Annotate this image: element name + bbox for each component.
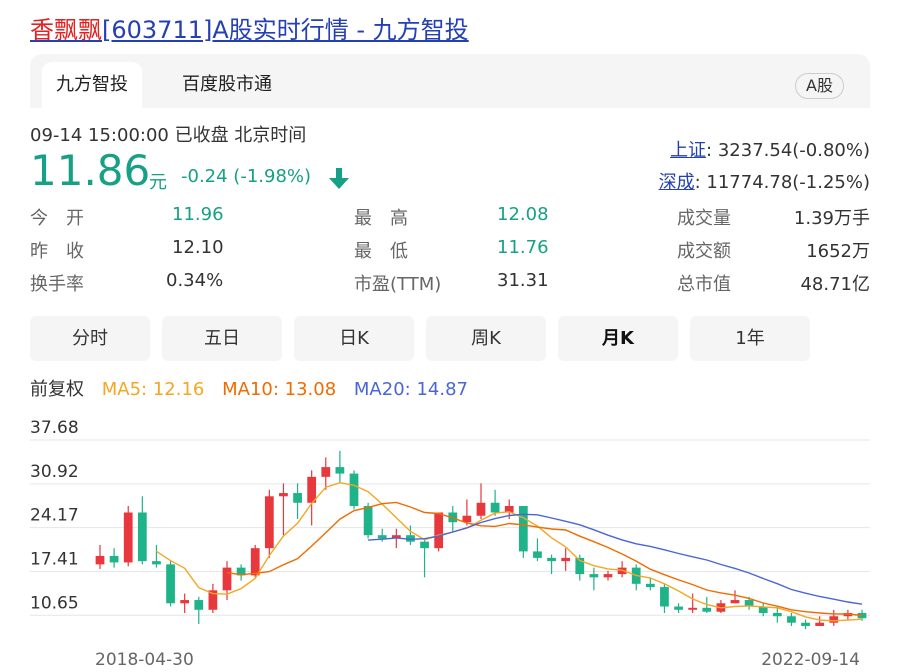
stat-pe-label: 市盈(TTM) (354, 274, 442, 295)
period-tab-5day[interactable]: 五日 (162, 316, 282, 361)
tab-baidu-stock[interactable]: 百度股市通 (168, 62, 286, 108)
candle-body (660, 587, 669, 607)
period-tab-intraday[interactable]: 分时 (30, 316, 150, 361)
candle-body (349, 473, 359, 507)
candle-body (264, 496, 274, 549)
candle-body (123, 512, 133, 563)
period-tab-monthly[interactable]: 月K (558, 316, 678, 361)
index-shanghai-value: : 3237.54(-0.80%) (706, 140, 870, 161)
candle-body (335, 467, 345, 474)
y-tick-label: 30.92 (30, 462, 79, 482)
candle-body (363, 506, 373, 536)
stat-volume-value: 1.39万手 (793, 208, 870, 229)
page-title-rest: [603711]A股实时行情 - 九方智投 (102, 16, 469, 44)
candle-body (829, 616, 839, 623)
ma10-label: MA10: 13.08 (222, 379, 337, 400)
y-tick-label: 10.65 (30, 593, 79, 613)
stat-turnover-value: 0.34% (166, 270, 224, 291)
candle-body (815, 622, 825, 626)
candle-body (547, 557, 556, 562)
down-arrow-icon (329, 168, 349, 189)
stat-turnover-label: 换手率 (30, 274, 84, 295)
current-price: 11.86 (30, 146, 151, 195)
stat-high-label: 最 高 (354, 208, 408, 229)
candle-body (730, 600, 740, 604)
period-tab-1year[interactable]: 1年 (690, 316, 810, 361)
period-tab-daily[interactable]: 日K (294, 316, 414, 361)
page-title-link[interactable]: 香飘飘[603711]A股实时行情 - 九方智投 (30, 10, 469, 45)
y-tick-label: 17.41 (30, 549, 79, 569)
index-shenzhen-value: : 11774.78(-1.25%) (694, 172, 870, 193)
stat-low-value: 11.76 (497, 237, 549, 258)
candle-body (772, 613, 782, 617)
stat-prev-value: 12.10 (172, 237, 224, 258)
stat-mcap-value: 48.71亿 (800, 274, 870, 295)
candle-body (222, 567, 232, 591)
candle-body (137, 512, 147, 562)
price-change: -0.24 (-1.98%) (181, 166, 312, 187)
ma10-line (226, 501, 863, 617)
price-unit: 元 (149, 172, 167, 193)
candle-body (293, 493, 302, 503)
candle-body (420, 541, 429, 549)
candle-body (702, 607, 712, 612)
candle-body (801, 622, 810, 626)
stat-mcap-label: 总市值 (677, 274, 731, 295)
quote-timestamp: 09-14 15:00:00 已收盘 北京时间 (30, 125, 307, 146)
candle-body (674, 606, 683, 610)
period-tab-weekly[interactable]: 周K (426, 316, 546, 361)
stat-amount-label: 成交额 (677, 241, 731, 262)
candle-body (688, 607, 698, 610)
candle-body (321, 467, 331, 477)
candle-body (279, 493, 288, 497)
x-end-label: 2022-09-14 (761, 650, 860, 670)
candle-body (589, 574, 599, 578)
candle-body (518, 506, 528, 552)
candle-body (180, 600, 190, 604)
candle-body (787, 616, 796, 623)
index-shenzhen-link[interactable]: 深成 (659, 172, 695, 193)
candle-body (166, 564, 175, 604)
index-shanghai-link[interactable]: 上证 (670, 140, 706, 161)
candle-body (490, 502, 500, 513)
stat-volume-label: 成交量 (677, 208, 731, 229)
candle-body (109, 555, 119, 563)
candle-body (434, 512, 444, 549)
ma5-label: MA5: 12.16 (101, 379, 205, 400)
candle-body (152, 561, 161, 565)
y-tick-label: 24.17 (30, 506, 79, 526)
stat-open-label: 今 开 (30, 208, 84, 229)
stat-prev-label: 昨 收 (30, 241, 84, 262)
source-tabs: 九方智投 百度股市通 A股 (30, 54, 870, 108)
ma20-label: MA20: 14.87 (353, 379, 468, 400)
x-start-label: 2018-04-30 (95, 650, 194, 670)
candle-body (194, 600, 204, 610)
candle-body (377, 535, 387, 539)
period-selector: 分时 五日 日K 周K 月K 1年 (30, 316, 810, 361)
stat-pe-value: 31.31 (497, 270, 549, 291)
stat-amount-value: 1652万 (806, 241, 870, 262)
candle-body (561, 557, 571, 562)
stock-name: 香飘飘 (30, 16, 102, 44)
stat-open-value: 11.96 (172, 204, 224, 225)
candle-body (476, 502, 486, 516)
stat-high-value: 12.08 (497, 204, 549, 225)
index-shanghai: 上证: 3237.54(-0.80%) (670, 136, 870, 162)
tab-jiufang[interactable]: 九方智投 (42, 62, 142, 108)
adjust-mode[interactable]: 前复权 (30, 379, 84, 400)
ma-legend: 前复权 MA5: 12.16 MA10: 13.08 MA20: 14.87 (30, 375, 480, 401)
candle-body (95, 555, 105, 565)
market-badge: A股 (795, 73, 844, 99)
kline-chart[interactable]: 37.68 30.92 24.17 17.41 10.65 2018-04-30 2022-… (0, 400, 905, 672)
y-tick-label: 37.68 (30, 418, 79, 438)
stat-low-label: 最 低 (354, 241, 408, 262)
candle-body (533, 551, 542, 558)
candle-body (645, 583, 655, 588)
candle-body (250, 548, 260, 576)
candle-body (603, 574, 613, 578)
index-shenzhen: 深成: 11774.78(-1.25%) (659, 168, 870, 194)
